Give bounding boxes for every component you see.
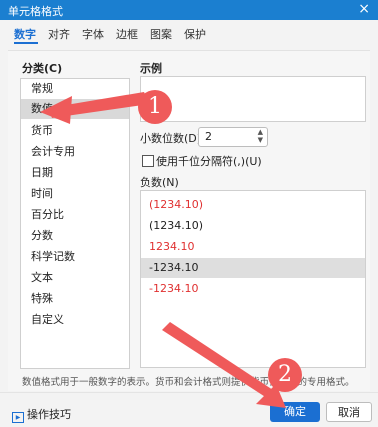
- negative-format-item-selected[interactable]: -1234.10: [141, 258, 365, 278]
- decimal-places-stepper[interactable]: 2 ▲ ▼: [198, 127, 268, 147]
- play-icon: ▶: [12, 412, 24, 423]
- tab-bar: 数字 对齐 字体 边框 图案 保护: [0, 20, 378, 48]
- tips-link[interactable]: ▶ 操作技巧: [12, 406, 71, 423]
- thousands-separator-label: 使用千位分隔符(,)(U): [156, 155, 262, 168]
- category-item-general[interactable]: 常规: [21, 79, 129, 99]
- negative-numbers-list[interactable]: (1234.10) (1234.10) 1234.10 -1234.10 -12…: [140, 190, 366, 368]
- tab-font[interactable]: 字体: [82, 26, 104, 42]
- cancel-button[interactable]: 取消: [326, 402, 372, 422]
- category-item-text[interactable]: 文本: [21, 268, 129, 288]
- decimal-places-label: 小数位数(D): [140, 132, 202, 145]
- category-item-special[interactable]: 特殊: [21, 289, 129, 309]
- window-title: 单元格格式: [8, 5, 63, 18]
- category-item-accounting[interactable]: 会计专用: [21, 142, 129, 162]
- thousands-separator-checkbox[interactable]: [142, 155, 154, 167]
- stepper-arrows-icon[interactable]: ▲ ▼: [258, 128, 263, 144]
- category-label: 分类(C): [22, 62, 63, 75]
- tips-label: 操作技巧: [27, 408, 71, 421]
- category-item-number[interactable]: 数值: [21, 99, 129, 119]
- tab-protection[interactable]: 保护: [184, 26, 206, 42]
- negative-format-item[interactable]: (1234.10): [141, 195, 365, 215]
- sample-preview: [140, 76, 366, 122]
- active-tab-indicator: [14, 42, 38, 44]
- sample-label: 示例: [140, 62, 162, 75]
- category-item-time[interactable]: 时间: [21, 184, 129, 204]
- category-item-fraction[interactable]: 分数: [21, 226, 129, 246]
- title-bar: 单元格格式 ×: [0, 0, 378, 20]
- category-item-currency[interactable]: 货币: [21, 121, 129, 141]
- negative-format-item[interactable]: (1234.10): [141, 216, 365, 236]
- tab-number[interactable]: 数字: [14, 26, 36, 42]
- format-description: 数值格式用于一般数字的表示。货币和会计格式则提供货币值计算的专用格式。: [22, 377, 355, 388]
- negative-format-item[interactable]: -1234.10: [141, 279, 365, 299]
- category-item-date[interactable]: 日期: [21, 163, 129, 183]
- annotation-badge-2: 2: [268, 358, 302, 392]
- annotation-badge-1: 1: [138, 90, 172, 124]
- tab-pattern[interactable]: 图案: [150, 26, 172, 42]
- footer-divider: [0, 392, 378, 393]
- category-item-percentage[interactable]: 百分比: [21, 205, 129, 225]
- negative-numbers-label: 负数(N): [140, 176, 179, 189]
- ok-button[interactable]: 确定: [270, 402, 320, 422]
- decimal-places-value: 2: [205, 130, 212, 143]
- tab-border[interactable]: 边框: [116, 26, 138, 42]
- category-item-scientific[interactable]: 科学记数: [21, 247, 129, 267]
- category-item-custom[interactable]: 自定义: [21, 310, 129, 330]
- tab-alignment[interactable]: 对齐: [48, 26, 70, 42]
- negative-format-item[interactable]: 1234.10: [141, 237, 365, 257]
- close-icon[interactable]: ×: [358, 1, 370, 17]
- category-list[interactable]: 常规 数值 货币 会计专用 日期 时间 百分比 分数 科学记数 文本 特殊 自定…: [20, 78, 130, 369]
